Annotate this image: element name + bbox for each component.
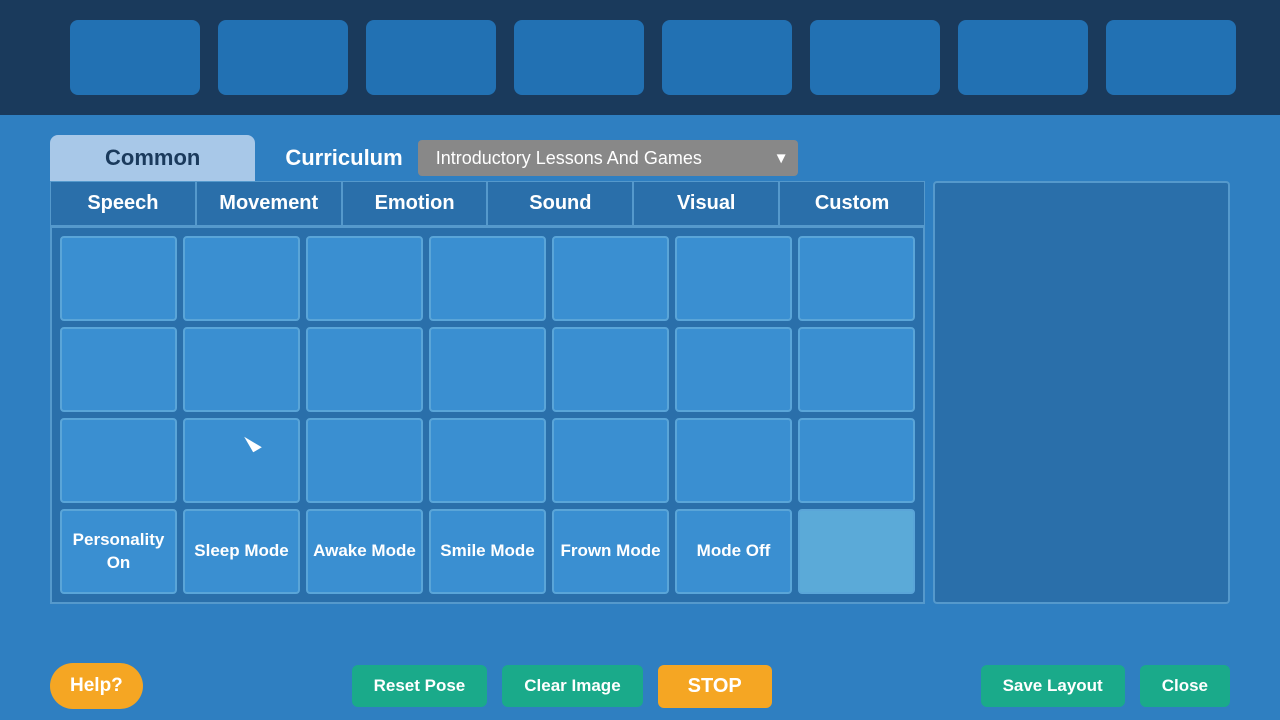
grid-cell-3-4[interactable]	[429, 418, 546, 503]
grid-cell-2-6[interactable]	[675, 327, 792, 412]
grid-cell-3-3[interactable]	[306, 418, 423, 503]
curriculum-area: Curriculum Introductory Lessons And Game…	[285, 140, 797, 176]
tab-custom[interactable]: Custom	[779, 181, 925, 226]
top-slot-4[interactable]	[514, 20, 644, 95]
curriculum-label: Curriculum	[285, 145, 402, 171]
top-slot-3[interactable]	[366, 20, 496, 95]
tab-and-grid: Speech Movement Emotion Sound Visual Cus…	[50, 181, 1230, 604]
top-slot-1[interactable]	[70, 20, 200, 95]
tab-section: Speech Movement Emotion Sound Visual Cus…	[50, 181, 925, 604]
grid-cell-3-1[interactable]	[60, 418, 177, 503]
tab-speech[interactable]: Speech	[50, 181, 196, 226]
grid-cell-2-4[interactable]	[429, 327, 546, 412]
main-panel: Common Curriculum Introductory Lessons A…	[0, 115, 1280, 720]
top-slot-6[interactable]	[810, 20, 940, 95]
grid-cell-1-6[interactable]	[675, 236, 792, 321]
grid-cell-3-2[interactable]	[183, 418, 300, 503]
grid-cell-2-7[interactable]	[798, 327, 915, 412]
right-panel	[933, 181, 1230, 604]
grid-cell-1-1[interactable]	[60, 236, 177, 321]
common-button[interactable]: Common	[50, 135, 255, 181]
grid-cell-2-5[interactable]	[552, 327, 669, 412]
grid-cell-3-6[interactable]	[675, 418, 792, 503]
grid-cell-personality-on[interactable]: Personality On	[60, 509, 177, 594]
grid-cell-4-7[interactable]	[798, 509, 915, 594]
grid-cell-frown-mode[interactable]: Frown Mode	[552, 509, 669, 594]
top-slot-7[interactable]	[958, 20, 1088, 95]
reset-pose-button[interactable]: Reset Pose	[352, 665, 488, 707]
grid-cell-1-5[interactable]	[552, 236, 669, 321]
grid-row-2	[60, 327, 915, 412]
tab-visual[interactable]: Visual	[633, 181, 779, 226]
top-slot-5[interactable]	[662, 20, 792, 95]
grid-cell-1-2[interactable]	[183, 236, 300, 321]
top-slot-2[interactable]	[218, 20, 348, 95]
grid-cell-awake-mode[interactable]: Awake Mode	[306, 509, 423, 594]
tab-emotion[interactable]: Emotion	[342, 181, 488, 226]
save-layout-button[interactable]: Save Layout	[981, 665, 1125, 707]
grid-cell-smile-mode[interactable]: Smile Mode	[429, 509, 546, 594]
tabs-bar: Speech Movement Emotion Sound Visual Cus…	[50, 181, 925, 226]
grid-cell-2-2[interactable]	[183, 327, 300, 412]
stop-button[interactable]: STOP	[658, 665, 772, 708]
grid-row-4: Personality On Sleep Mode Awake Mode Smi…	[60, 509, 915, 594]
grid-cell-1-3[interactable]	[306, 236, 423, 321]
grid-cell-1-7[interactable]	[798, 236, 915, 321]
grid-cell-3-5[interactable]	[552, 418, 669, 503]
clear-image-button[interactable]: Clear Image	[502, 665, 642, 707]
grid-row-1	[60, 236, 915, 321]
header-row: Common Curriculum Introductory Lessons A…	[50, 115, 1230, 181]
grid-cell-mode-off[interactable]: Mode Off	[675, 509, 792, 594]
grid-wrapper: Personality On Sleep Mode Awake Mode Smi…	[50, 226, 925, 604]
tab-sound[interactable]: Sound	[487, 181, 633, 226]
grid-cell-3-7[interactable]	[798, 418, 915, 503]
grid-cell-sleep-mode[interactable]: Sleep Mode	[183, 509, 300, 594]
curriculum-select-wrapper[interactable]: Introductory Lessons And GamesAdvanced L…	[418, 140, 798, 176]
tab-movement[interactable]: Movement	[196, 181, 342, 226]
top-slot-8[interactable]	[1106, 20, 1236, 95]
bottom-bar: Help? Reset Pose Clear Image STOP Save L…	[0, 652, 1280, 720]
grid-cell-2-3[interactable]	[306, 327, 423, 412]
grid-cell-2-1[interactable]	[60, 327, 177, 412]
grid-row-3	[60, 418, 915, 503]
top-bar	[0, 0, 1280, 115]
help-button[interactable]: Help?	[50, 663, 143, 709]
close-button[interactable]: Close	[1140, 665, 1230, 707]
grid-cell-1-4[interactable]	[429, 236, 546, 321]
curriculum-select[interactable]: Introductory Lessons And GamesAdvanced L…	[418, 140, 798, 176]
